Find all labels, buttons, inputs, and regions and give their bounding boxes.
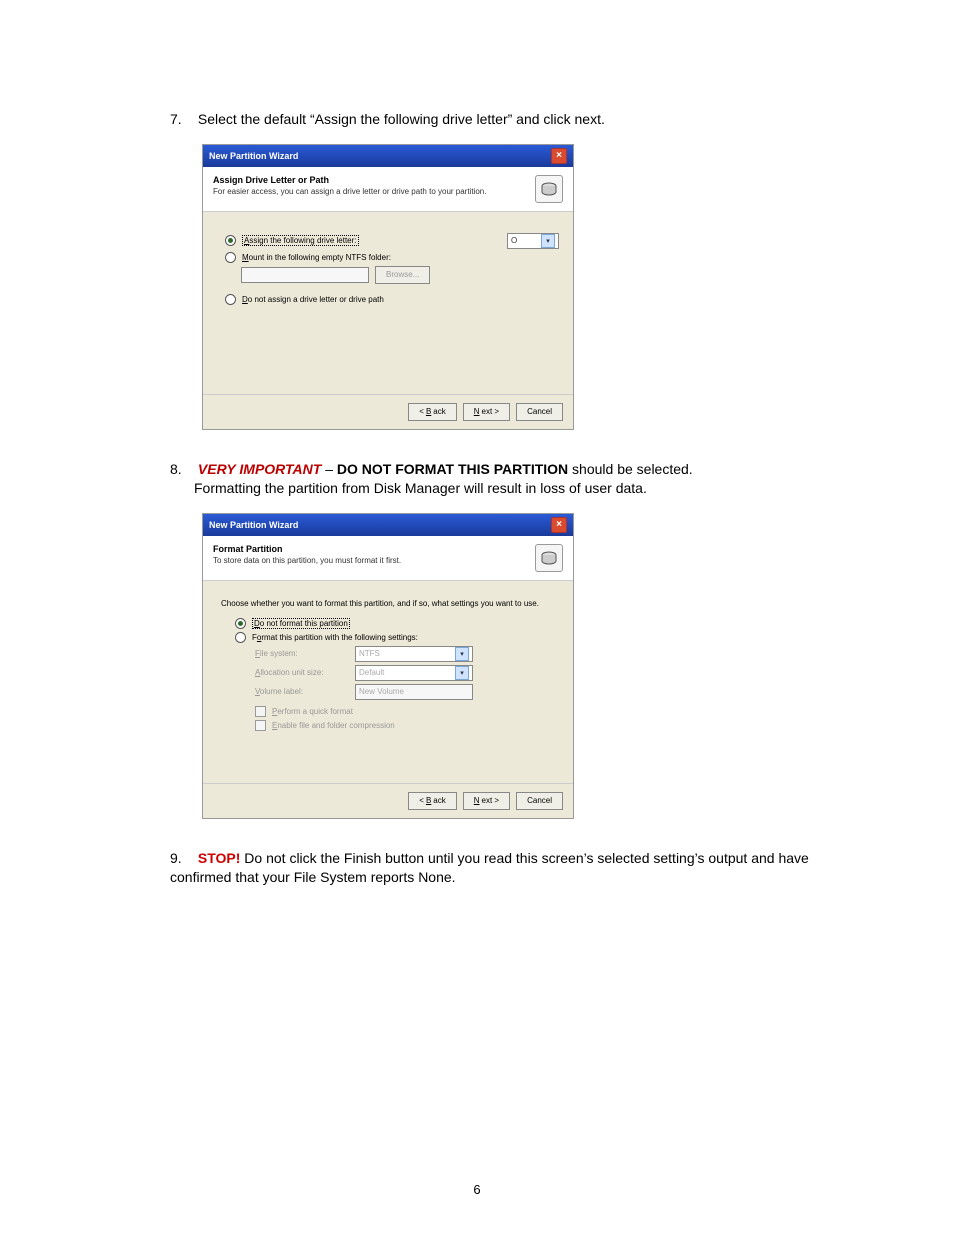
chevron-down-icon: ▾ (455, 666, 469, 680)
next-button[interactable]: Next >Next > (463, 403, 510, 421)
checkbox-icon (255, 706, 266, 717)
mount-path-row: Browse... (241, 266, 559, 284)
chevron-down-icon: ▾ (541, 234, 555, 248)
next-button[interactable]: Next >Next > (463, 792, 510, 810)
step-8-num: 8. (170, 460, 194, 480)
volume-label-row: Volume label:Volume label: New Volume (255, 684, 559, 700)
cancel-button[interactable]: Cancel (516, 403, 563, 421)
step-9-num: 9. (170, 849, 194, 869)
option-no-letter[interactable]: Do not assign a drive letter or drive pa… (225, 294, 559, 305)
compression-row: Enable file and folder compressionEnable… (255, 720, 559, 731)
wizard2-heading: Format Partition (213, 544, 527, 554)
cancel-button[interactable]: Cancel (516, 792, 563, 810)
step-8-bold: DO NOT FORMAT THIS PARTITION (337, 461, 568, 477)
option-format-label: Format this partition with the following… (252, 633, 418, 642)
quick-format-label: Perform a quick formatPerform a quick fo… (272, 707, 353, 716)
step-9-text: Do not click the Finish button until you… (170, 850, 809, 886)
wizard1-subheading: For easier access, you can assign a driv… (213, 187, 527, 196)
option-do-not-format[interactable]: Do not format this partitionDo not forma… (235, 618, 559, 629)
step-7-text: Select the default “Assign the following… (198, 111, 605, 127)
back-button[interactable]: < Back< Back (408, 403, 456, 421)
wizard1-heading: Assign Drive Letter or Path (213, 175, 527, 185)
step-9-emph: STOP! (198, 850, 241, 866)
file-system-row: File system:File system: NTFS ▾ (255, 646, 559, 662)
wizard2-header: Format Partition To store data on this p… (203, 536, 573, 581)
volume-label-input: New Volume (355, 684, 473, 700)
mount-path-input (241, 267, 369, 283)
wizard-format-partition: New Partition Wizard × Format Partition … (202, 513, 574, 819)
wizard2-desc: Choose whether you want to format this p… (221, 599, 559, 608)
option-assign-letter[interactable]: AAssign the following drive letter:ssign… (225, 233, 559, 249)
wizard-assign-drive-letter: New Partition Wizard × Assign Drive Lett… (202, 144, 574, 430)
wizard2-subheading: To store data on this partition, you mus… (213, 556, 527, 565)
radio-icon (235, 632, 246, 643)
file-system-value: NTFS (359, 649, 380, 658)
step-8-emph: VERY IMPORTANT (198, 461, 321, 477)
step-8: 8. VERY IMPORTANT – DO NOT FORMAT THIS P… (170, 460, 874, 499)
file-system-label: File system:File system: (255, 649, 345, 658)
wizard1-title: New Partition Wizard (209, 151, 298, 161)
chevron-down-icon: ▾ (455, 647, 469, 661)
wizard2-footer: < Back< Back Next >Next > Cancel (203, 783, 573, 818)
radio-icon (225, 294, 236, 305)
close-icon[interactable]: × (551, 148, 567, 164)
wizard2-title: New Partition Wizard (209, 520, 298, 530)
radio-icon (225, 235, 236, 246)
wizard1-header: Assign Drive Letter or Path For easier a… (203, 167, 573, 212)
option-no-letter-label: Do not assign a drive letter or drive pa… (242, 295, 384, 304)
disk-icon (535, 544, 563, 572)
file-system-select: NTFS ▾ (355, 646, 473, 662)
step-8-line2: Formatting the partition from Disk Manag… (194, 479, 647, 499)
allocation-row: Allocation unit size:Allocation unit siz… (255, 665, 559, 681)
option-do-not-format-label: Do not format this partitionDo not forma… (252, 618, 350, 629)
option-format-with-settings[interactable]: Format this partition with the following… (235, 632, 559, 643)
page-number: 6 (0, 1182, 954, 1197)
allocation-label: Allocation unit size:Allocation unit siz… (255, 668, 345, 677)
radio-icon (235, 618, 246, 629)
step-7: 7. Select the default “Assign the follow… (170, 110, 874, 130)
step-9: 9. STOP! Do not click the Finish button … (170, 849, 874, 888)
checkbox-icon (255, 720, 266, 731)
option-mount-folder-label: Mount in the following empty NTFS folder… (242, 253, 391, 262)
volume-label-label: Volume label:Volume label: (255, 687, 345, 696)
step-7-num: 7. (170, 110, 194, 130)
option-assign-letter-label: AAssign the following drive letter:ssign… (242, 235, 359, 246)
browse-button[interactable]: Browse... (375, 266, 430, 284)
allocation-value: Default (359, 668, 384, 677)
option-mount-folder[interactable]: Mount in the following empty NTFS folder… (225, 252, 559, 263)
wizard2-titlebar: New Partition Wizard × (203, 514, 573, 536)
allocation-select: Default ▾ (355, 665, 473, 681)
radio-icon (225, 252, 236, 263)
drive-letter-value: O (511, 236, 517, 245)
close-icon[interactable]: × (551, 517, 567, 533)
wizard1-titlebar: New Partition Wizard × (203, 145, 573, 167)
quick-format-row: Perform a quick formatPerform a quick fo… (255, 706, 559, 717)
back-button[interactable]: < Back< Back (408, 792, 456, 810)
wizard1-footer: < Back< Back Next >Next > Cancel (203, 394, 573, 429)
drive-letter-select[interactable]: O ▾ (507, 233, 559, 249)
disk-icon (535, 175, 563, 203)
compression-label: Enable file and folder compressionEnable… (272, 721, 395, 730)
